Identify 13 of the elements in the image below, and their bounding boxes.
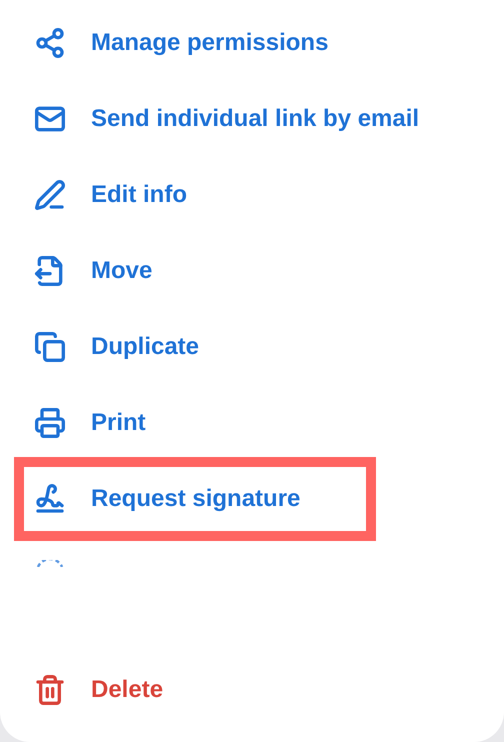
share-icon xyxy=(34,27,66,59)
menu-item[interactable]: Edit info xyxy=(0,157,504,233)
copy-icon xyxy=(34,331,66,363)
menu-item[interactable]: Manage permissions xyxy=(0,5,504,81)
menu-item[interactable]: Delete xyxy=(0,652,504,728)
signature-pen-icon xyxy=(34,483,66,515)
pencil-icon xyxy=(34,179,66,211)
menu-item[interactable]: Send individual link by email xyxy=(0,81,504,157)
trash-icon xyxy=(34,674,66,706)
menu-item[interactable]: Duplicate xyxy=(0,309,504,385)
menu-item[interactable]: Request signature xyxy=(14,457,376,541)
printer-icon xyxy=(34,407,66,439)
menu-item[interactable]: Move xyxy=(0,233,504,309)
